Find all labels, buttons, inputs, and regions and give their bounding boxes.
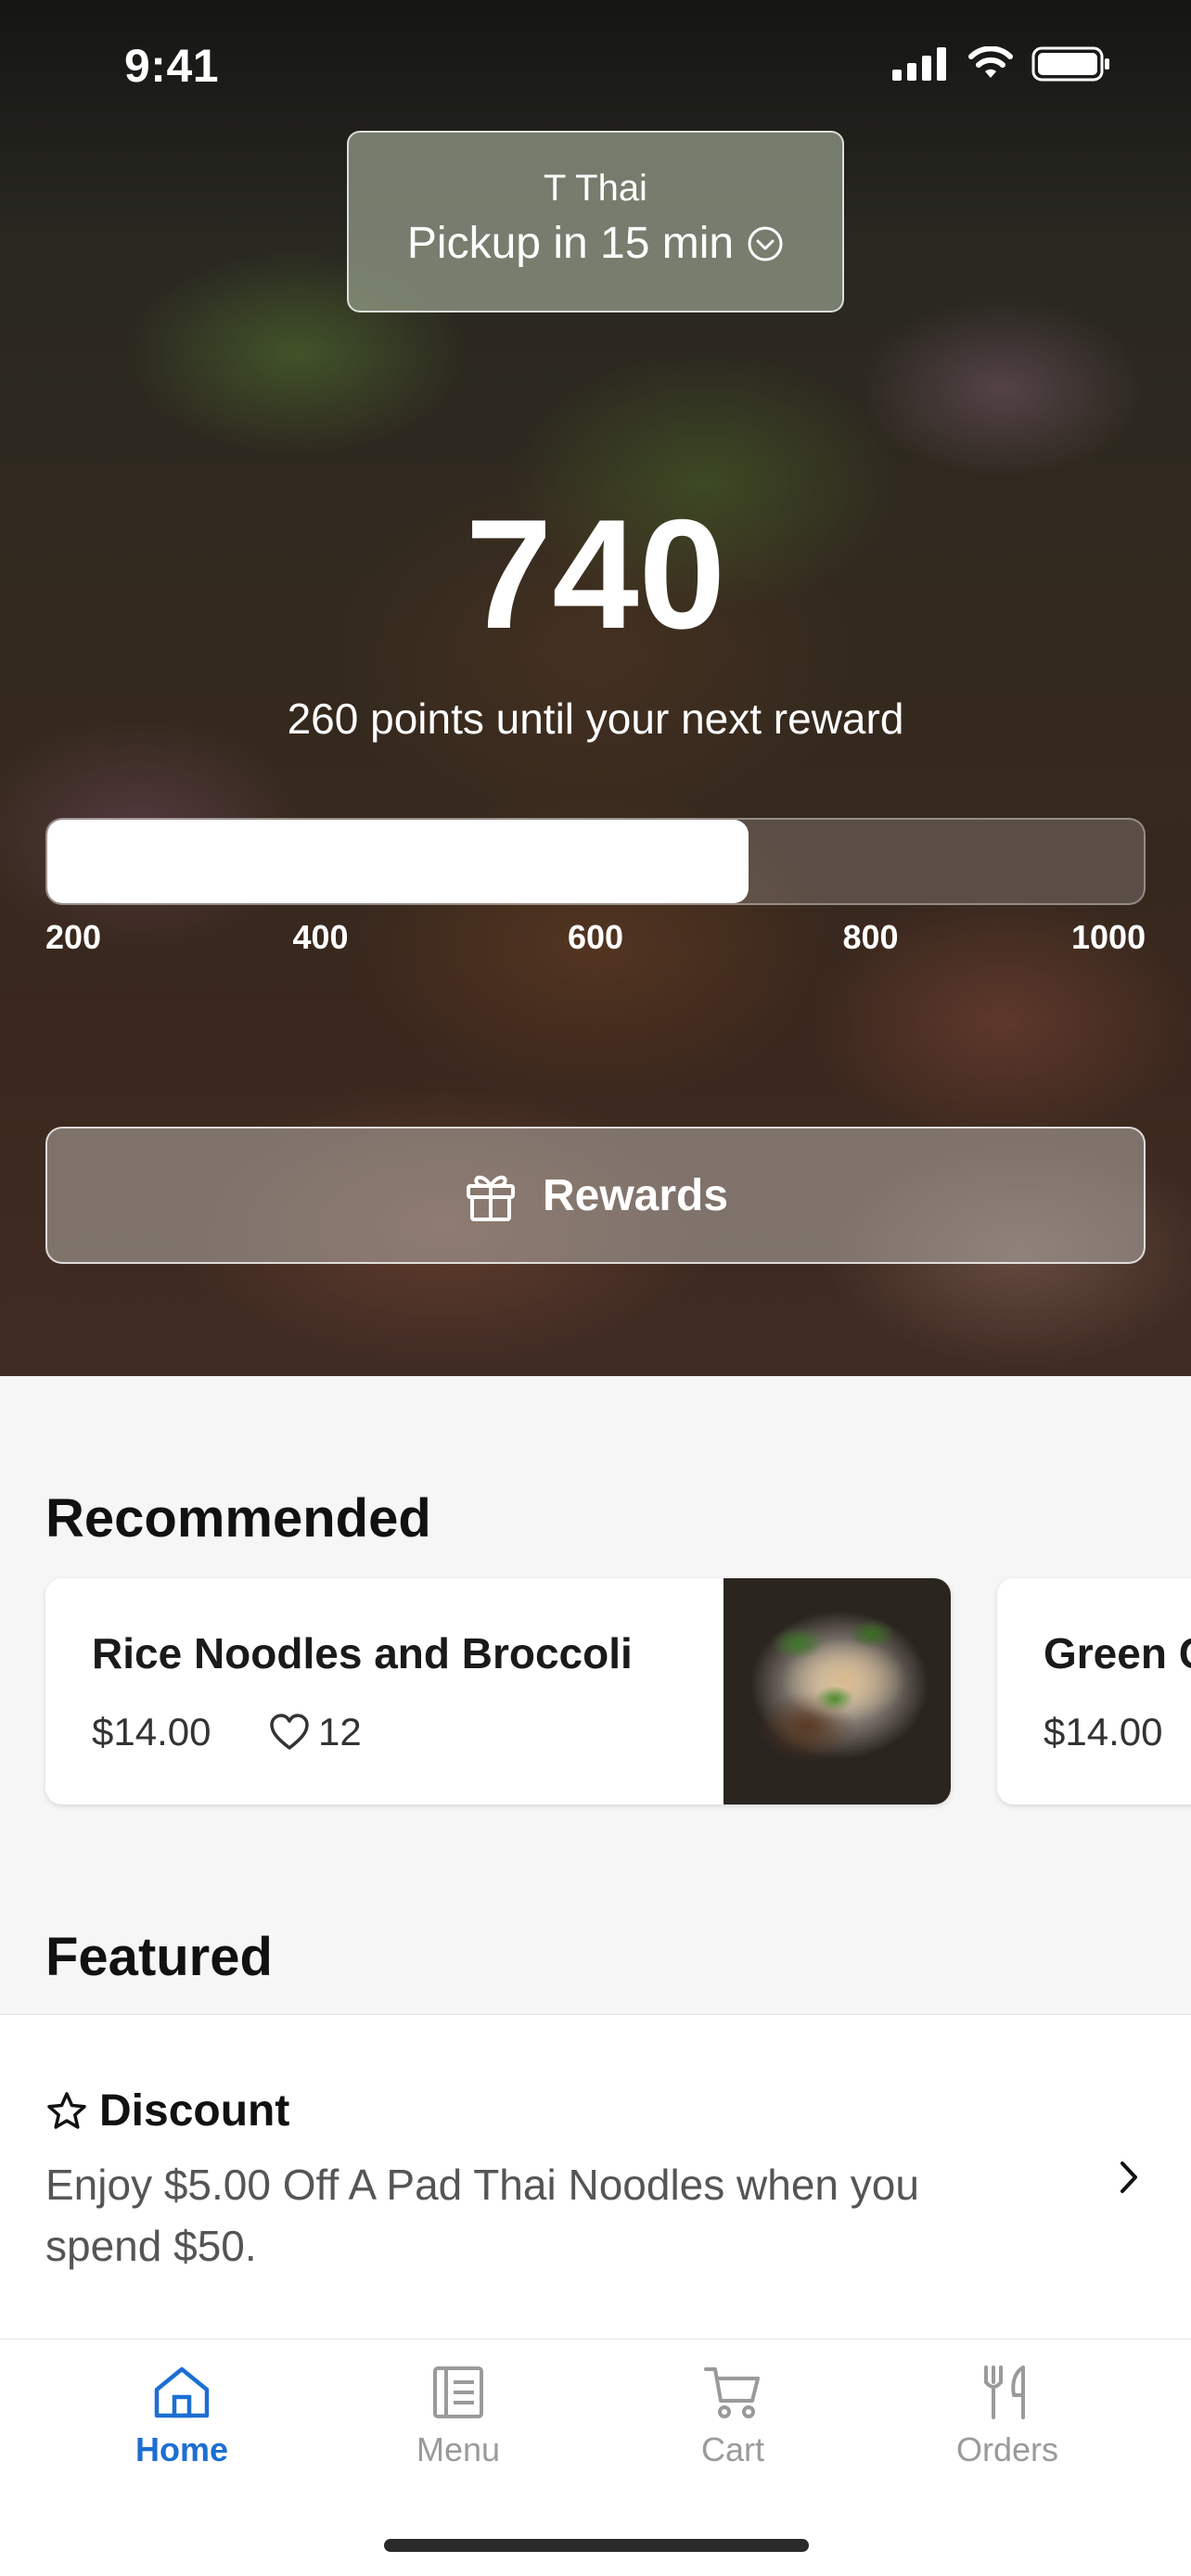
wifi-icon [968, 46, 1013, 78]
recommended-heading: Recommended [45, 1488, 431, 1549]
tab-home[interactable]: Home [89, 2364, 275, 2469]
hero-banner: 9:41 T Thai Pickup in 15 min 740 260 poi… [0, 0, 1191, 1376]
chevron-right-icon [1121, 2162, 1137, 2193]
gift-icon [466, 1175, 515, 1221]
tab-label: Cart [700, 2430, 764, 2468]
points-progress-bar [45, 818, 1146, 905]
points-balance: 740 [465, 487, 726, 661]
item-name: Green C [1044, 1629, 1191, 1677]
tick-label: 200 [45, 918, 102, 956]
progress-ticks: 200 400 600 800 1000 [45, 918, 1146, 964]
menu-icon [433, 2366, 483, 2418]
heart-icon[interactable] [268, 1713, 311, 1752]
tick-label: 600 [568, 918, 624, 956]
orders-icon [984, 2366, 1025, 2419]
battery-icon [1031, 46, 1109, 82]
tab-label: Home [134, 2430, 229, 2468]
item-name: Rice Noodles and Broccoli [92, 1629, 633, 1677]
rewards-button[interactable]: Rewards [45, 1127, 1146, 1264]
item-price: $14.00 [1044, 1710, 1163, 1753]
tab-menu[interactable]: Menu [365, 2364, 551, 2469]
item-photo [724, 1578, 951, 1804]
pickup-time: Pickup in 15 min [349, 218, 842, 269]
tick-label: 800 [842, 918, 899, 956]
discount-description: Enjoy $5.00 Off A Pad Thai Noodles when … [45, 2161, 919, 2270]
points-caption: 260 points until your next reward [287, 695, 904, 743]
cart-icon [704, 2367, 760, 2418]
chevron-down-circle-icon [748, 226, 783, 261]
status-time: 9:41 [124, 40, 220, 92]
restaurant-name: T Thai [544, 168, 647, 209]
pickup-label: Pickup in 15 min [406, 219, 735, 268]
discount-title: Discount [99, 2086, 290, 2136]
tick-label: 1000 [1071, 918, 1146, 956]
recommended-item-card[interactable]: Rice Noodles and Broccoli $14.00 12 [45, 1578, 951, 1804]
home-icon [154, 2366, 210, 2418]
featured-discount-item[interactable]: Discount Enjoy $5.00 Off A Pad Thai Nood… [0, 2014, 1191, 2339]
tab-orders[interactable]: Orders [915, 2364, 1100, 2469]
tab-label: Orders [955, 2430, 1059, 2468]
status-bar: 9:41 [0, 0, 1191, 130]
tick-label: 400 [292, 918, 349, 956]
tab-label: Menu [416, 2430, 501, 2468]
star-icon [47, 2091, 86, 2129]
featured-heading: Featured [45, 1927, 273, 1987]
featured-item-title: Discount [45, 2085, 289, 2136]
item-price: $14.00 [92, 1710, 211, 1753]
location-selector[interactable]: T Thai Pickup in 15 min [347, 131, 844, 312]
cellular-signal-icon [892, 47, 946, 81]
home-indicator [384, 2539, 809, 2552]
tab-cart[interactable]: Cart [640, 2364, 826, 2469]
item-likes: 12 [268, 1710, 362, 1754]
points-progress-fill [47, 820, 749, 903]
recommended-item-card[interactable]: Green C $14.00 [997, 1578, 1191, 1804]
likes-count: 12 [318, 1710, 362, 1753]
rewards-label: Rewards [542, 1170, 729, 1220]
status-icons [892, 46, 1111, 82]
